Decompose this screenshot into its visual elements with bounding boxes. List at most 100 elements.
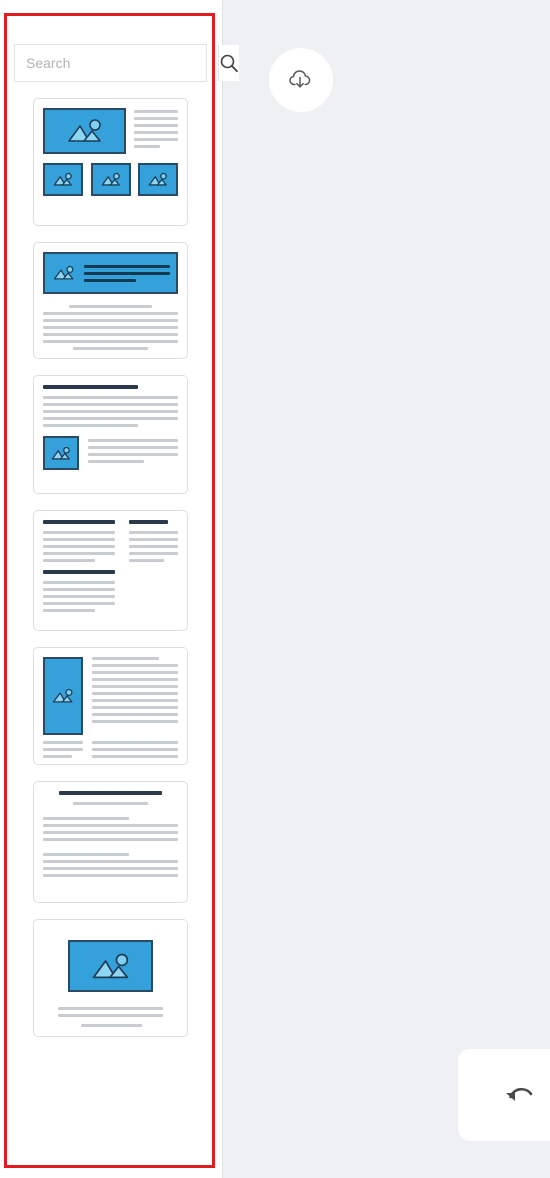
text-line [43,538,115,541]
text-line [43,559,95,562]
template-card-hero-image-with-thumbnails[interactable] [33,98,188,226]
text-line [92,713,178,716]
text-line [84,264,170,268]
text-line [92,699,178,702]
text-line [43,410,178,413]
text-line [128,538,178,541]
text-line [88,446,178,449]
template-picker-panel [0,0,239,1178]
template-card-title-subtitle-text-only[interactable] [33,781,188,903]
text-line [43,831,178,834]
text-line [43,531,115,534]
heading-line [43,385,138,389]
text-line [72,347,149,350]
picture-icon [52,688,73,703]
text-line [134,138,178,141]
text-line [43,545,115,548]
picture-icon [101,172,120,186]
cloud-download-icon [289,70,311,88]
text-line [43,741,83,744]
picture-icon [53,172,72,186]
text-line [92,671,178,674]
text-line [92,685,178,688]
template-card-portrait-image-left-text-right[interactable] [33,647,188,765]
text-line [43,853,130,856]
image-placeholder [43,108,126,154]
search-icon [220,54,238,73]
text-line [88,453,178,456]
picture-icon [92,953,128,978]
picture-icon [67,119,101,142]
text-line [43,333,178,336]
text-line [80,1024,142,1027]
template-card-two-column-text[interactable] [33,510,188,631]
cloud-download-button[interactable] [269,48,333,112]
text-line [43,312,178,315]
text-line [84,278,136,282]
app-root [0,0,550,1178]
undo-button[interactable] [458,1049,550,1141]
picture-icon [53,265,74,280]
text-line [88,460,144,463]
heading-line [128,520,169,524]
text-line [43,588,115,591]
template-card-heading-paragraph-image-left[interactable] [33,375,188,494]
text-line [43,609,95,612]
template-list[interactable] [14,98,207,1158]
search-button[interactable] [218,45,239,81]
text-line [57,1014,164,1017]
heading-line [43,570,115,574]
text-line [43,824,178,827]
text-line [43,860,178,863]
text-line [134,110,178,113]
text-line [68,305,153,308]
image-placeholder [43,657,83,735]
text-line [92,657,160,660]
text-line [72,802,149,805]
banner-block [43,252,178,294]
template-card-centered-image-with-caption[interactable] [33,919,188,1037]
text-line [43,817,130,820]
image-placeholder [138,163,178,196]
text-line [134,131,178,134]
image-placeholder [43,163,83,196]
text-line [43,595,115,598]
text-line [43,319,178,322]
text-line [43,326,178,329]
text-line [43,581,115,584]
text-line [92,720,178,723]
text-line [92,692,178,695]
text-line [128,531,178,534]
text-line [92,664,178,667]
text-line [92,678,178,681]
text-line [92,755,178,758]
text-line [43,552,115,555]
text-line [84,271,170,275]
picture-icon [51,446,70,460]
text-line [43,396,178,399]
text-line [134,117,178,120]
text-line [128,559,165,562]
heading-line [43,520,115,524]
text-line [43,340,178,343]
text-line [128,545,178,548]
text-line [92,741,178,744]
template-card-banner-header-with-paragraph[interactable] [33,242,188,359]
text-line [57,1007,164,1010]
text-line [128,552,178,555]
text-line [134,124,178,127]
search-bar[interactable] [14,44,239,82]
heading-line [59,791,162,795]
text-line [43,403,178,406]
search-input[interactable] [15,45,218,81]
undo-arrow-icon [506,1088,533,1101]
text-line [43,755,72,758]
text-line [43,602,115,605]
image-placeholder [90,163,131,196]
image-placeholder [43,436,79,470]
text-line [43,748,83,751]
text-line [92,706,178,709]
text-line [43,417,178,420]
text-line [43,874,178,877]
text-line [92,748,178,751]
